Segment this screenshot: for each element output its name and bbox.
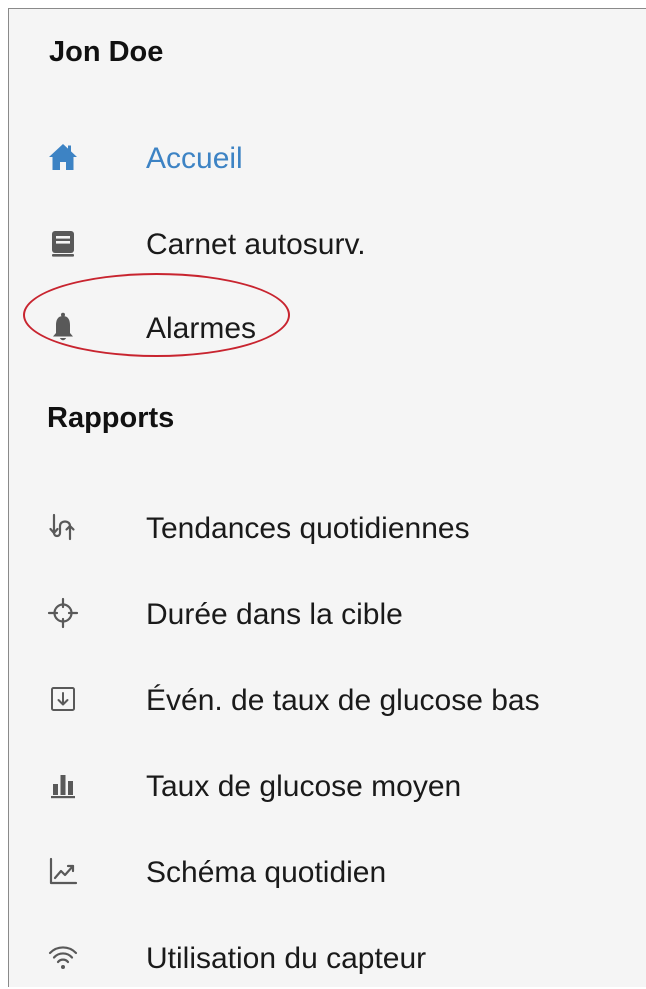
menu-item-label: Évén. de taux de glucose bas [146, 684, 540, 717]
navigation-drawer: Jon Doe Accueil Carnet autosurv. Alarmes… [8, 8, 646, 987]
bell-icon [47, 311, 79, 343]
menu-item-label: Utilisation du capteur [146, 942, 427, 975]
user-name: Jon Doe [49, 36, 164, 68]
menu-item-label: Carnet autosurv. [146, 228, 366, 261]
menu-item-label: Durée dans la cible [146, 598, 403, 631]
logbook-icon [47, 227, 79, 259]
line-chart-icon [47, 855, 79, 887]
menu-item-carnet[interactable]: Carnet autosurv. [9, 215, 639, 275]
menu-item-taux-glucose-moyen[interactable]: Taux de glucose moyen [9, 757, 639, 817]
menu-item-evenements-glucose-bas[interactable]: Évén. de taux de glucose bas [9, 671, 639, 731]
menu-item-utilisation-capteur[interactable]: Utilisation du capteur [9, 929, 639, 989]
menu-item-duree-dans-la-cible[interactable]: Durée dans la cible [9, 585, 639, 645]
reports-section-title: Rapports [47, 402, 175, 434]
menu-item-label: Schéma quotidien [146, 856, 387, 889]
menu-item-alarmes[interactable]: Alarmes [9, 299, 639, 359]
menu-item-label: Accueil [146, 142, 243, 175]
target-crosshair-icon [47, 597, 79, 629]
menu-item-accueil[interactable]: Accueil [9, 129, 639, 189]
home-icon [47, 141, 79, 173]
low-glucose-event-icon [47, 683, 79, 715]
menu-item-schema-quotidien[interactable]: Schéma quotidien [9, 843, 639, 903]
menu-item-label: Tendances quotidiennes [146, 512, 470, 545]
bar-chart-icon [47, 769, 79, 801]
menu-item-label: Alarmes [146, 312, 257, 345]
wireless-signal-icon [47, 941, 79, 973]
daily-trends-icon [47, 511, 79, 543]
menu-item-tendances-quotidiennes[interactable]: Tendances quotidiennes [9, 499, 639, 559]
menu-item-label: Taux de glucose moyen [146, 770, 462, 803]
